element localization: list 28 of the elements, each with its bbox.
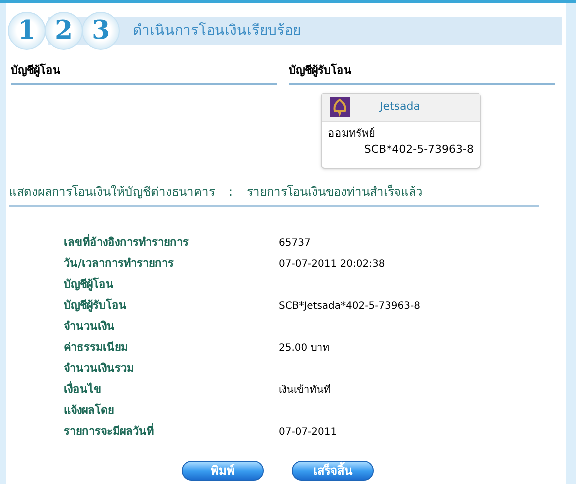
section-heading: บัญชีผู้โอน — [11, 63, 277, 84]
result-label: แสดงผลการโอนเงินให้บัญชีต่างธนาคาร — [9, 184, 215, 200]
detail-value: 07-07-2011 — [279, 426, 338, 440]
detail-label: แจ้งผลโดย — [64, 402, 115, 419]
account-name: Jetsada — [380, 98, 421, 115]
detail-value: 25.00 บาท — [279, 342, 330, 356]
detail-label: วัน/เวลาการทำรายการ — [64, 256, 176, 272]
detail-value: 07-07-2011 20:02:38 — [279, 258, 386, 272]
detail-label: ค่าธรรมเนียม — [64, 340, 129, 356]
section-heading: บัญชีผู้รับโอน — [289, 63, 555, 84]
detail-label: รายการจะมีผลวันที่ — [64, 424, 155, 440]
result-separator: : — [229, 184, 234, 200]
detail-label: เงื่อนไข — [64, 382, 103, 398]
detail-label: บัญชีผู้โอน — [64, 276, 115, 294]
detail-label: เลขที่อ้างอิงการทำรายการ — [64, 234, 190, 251]
detail-label: บัญชีผู้รับโอน — [64, 298, 128, 314]
page-title: ดำเนินการโอนเงินเรียบร้อย — [133, 22, 301, 40]
detail-value: SCB*Jetsada*402-5-73963-8 — [279, 300, 420, 314]
bank-logo-icon — [330, 97, 350, 117]
account-type: ออมทรัพย์ — [328, 126, 376, 142]
detail-value: 65737 — [279, 236, 311, 250]
action-button[interactable]: พิมพ์ — [182, 460, 264, 480]
result-message: รายการโอนเงินของท่านสำเร็จแล้ว — [247, 184, 424, 200]
action-button[interactable]: เสร็จสิ้น — [292, 460, 374, 480]
detail-label: จำนวนเงิน — [64, 318, 116, 335]
detail-value: เงินเข้าทันที — [279, 384, 331, 398]
account-number: SCB*402-5-73963-8 — [364, 142, 474, 158]
detail-label: จำนวนเงินรวม — [64, 360, 135, 377]
